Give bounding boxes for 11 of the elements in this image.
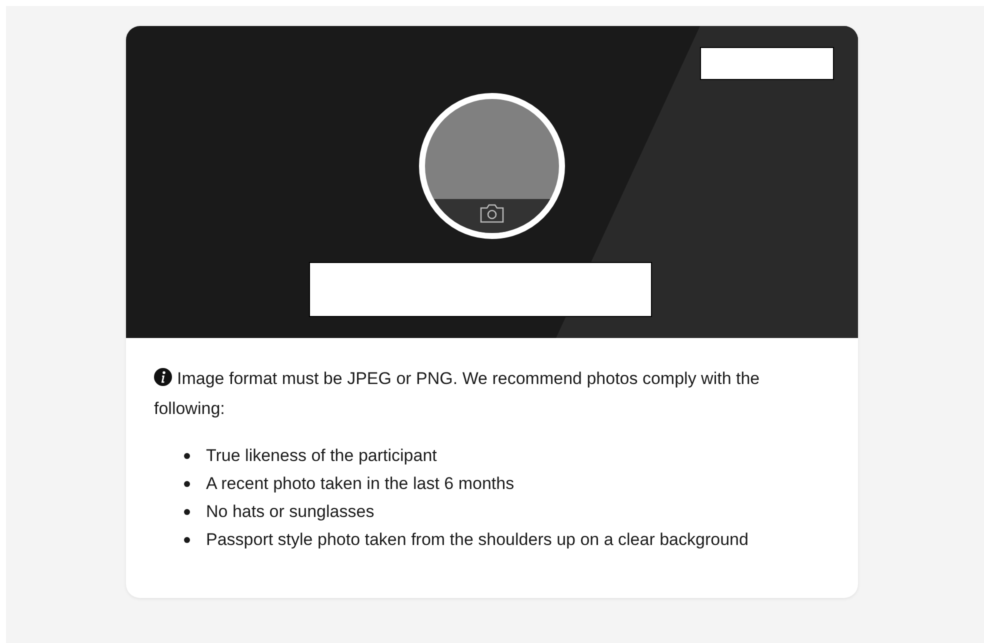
bullet-dot [184,509,190,515]
requirement-text: No hats or sunglasses [206,501,374,523]
camera-icon [479,202,505,224]
requirement-text: A recent photo taken in the last 6 months [206,473,514,495]
bullet-dot [184,481,190,487]
bullet-dot [184,453,190,459]
requirement-text: True likeness of the participant [206,445,437,467]
requirement-text: Passport style photo taken from the shoulders up on a clear background [206,529,748,551]
bullet-dot [184,537,190,543]
format-notice: Image format must be JPEG or PNG. We recommend photos comply with the following: [154,367,761,420]
info-icon [154,368,172,386]
